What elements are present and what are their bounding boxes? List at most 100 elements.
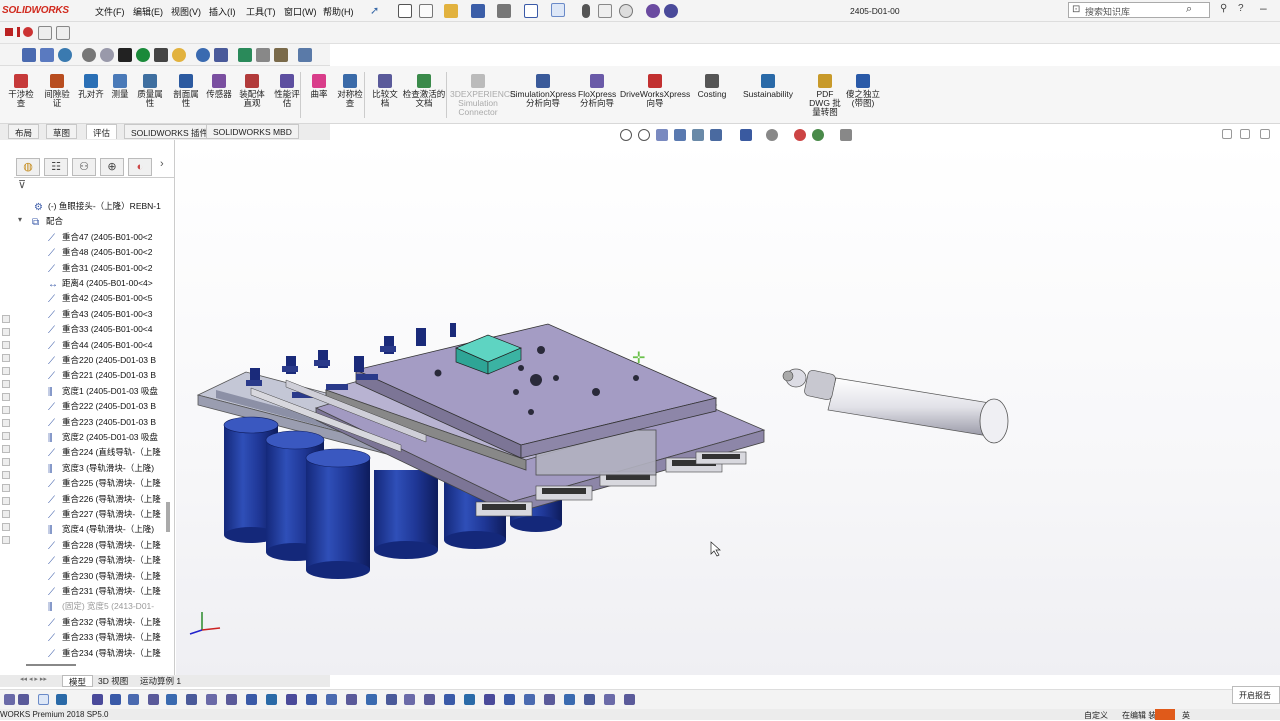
zoom-icon[interactable] <box>196 48 210 62</box>
tree-item[interactable]: ⟋ 重合223 (2405-D01-03 B <box>48 416 156 430</box>
bottom-tool-icon[interactable] <box>386 694 397 705</box>
dimension-icon[interactable] <box>154 48 168 62</box>
previous-view-icon[interactable] <box>656 129 668 141</box>
binoculars-icon[interactable] <box>214 48 228 62</box>
ribbon-button-19[interactable]: PDF DWG 批量转图 <box>808 74 842 117</box>
traffic-light-icon[interactable] <box>582 4 590 18</box>
tree-item[interactable]: ⫼ 宽度4 (导轨滑块-（上隆) <box>48 523 154 537</box>
globe-icon[interactable] <box>58 48 72 62</box>
bottom-tool-icon[interactable] <box>110 694 121 705</box>
display-manager-tab-icon[interactable]: ◐ <box>128 158 152 176</box>
pause-bar-icon[interactable] <box>17 27 20 37</box>
bottom-tool-icon[interactable] <box>286 694 297 705</box>
notify-popup[interactable]: 开启报告 <box>1232 686 1280 704</box>
bottom-tool-icon[interactable] <box>346 694 357 705</box>
ribbon-button-3[interactable]: 测量 <box>108 74 132 99</box>
document-properties-icon[interactable] <box>298 48 312 62</box>
ribbon-button-11[interactable]: 比较文档 <box>370 74 400 108</box>
tree-item[interactable]: ⟋ 重合224 (直线导轨-（上隆 <box>48 446 161 460</box>
tree-item[interactable]: ⟋ 重合228 (导轨滑块-（上隆 <box>48 539 161 553</box>
strip-tool-icon[interactable] <box>2 367 10 375</box>
graphics-area[interactable]: ✛ <box>176 140 1280 675</box>
bottom-tool-icon[interactable] <box>464 694 475 705</box>
tree-item[interactable]: ⟋ 重合47 (2405-B01-00<2 <box>48 231 153 245</box>
rebuild-icon[interactable] <box>598 4 612 18</box>
green-marker-icon[interactable] <box>136 48 150 62</box>
ribbon-button-14[interactable]: SimulationXpress 分析向导 <box>510 74 576 108</box>
strip-tool-icon[interactable] <box>2 497 10 505</box>
tree-item[interactable]: ⟋ 重合44 (2405-B01-00<4 <box>48 339 153 353</box>
tab-layout[interactable]: 布局 <box>8 124 40 139</box>
tree-item[interactable]: ↔ 距离4 (2405-B01-00<4> <box>48 277 153 291</box>
bottom-tool-icon[interactable] <box>4 694 15 705</box>
ime-english[interactable]: 英 <box>1182 710 1190 721</box>
status-custom[interactable]: 自定义 <box>1084 710 1108 721</box>
ribbon-button-12[interactable]: 检查激活的文档 <box>402 74 446 108</box>
pin-icon[interactable]: ➚ <box>370 4 379 17</box>
gear-icon[interactable] <box>82 48 96 62</box>
tree-item[interactable]: ⟋ 重合42 (2405-B01-00<5 <box>48 292 153 306</box>
zoom-to-fit-icon[interactable] <box>620 129 632 141</box>
tree-item[interactable]: ⫼ (固定) 宽度5 (2413-D01- <box>48 600 154 614</box>
strip-tool-icon[interactable] <box>2 315 10 323</box>
open-folder-icon[interactable] <box>444 4 458 18</box>
bottom-tool-icon[interactable] <box>326 694 337 705</box>
bottom-tool-icon[interactable] <box>266 694 277 705</box>
tab-sketch[interactable]: 草图 <box>46 124 78 139</box>
split-view-icon[interactable] <box>1240 129 1250 139</box>
tree-item[interactable]: ⟋ 重合226 (导轨滑块-（上隆 <box>48 493 161 507</box>
bottom-tool-icon[interactable] <box>18 694 29 705</box>
tree-item[interactable]: ⚙ (-) 鱼眼接头-（上隆）REBN-1 <box>34 200 161 214</box>
bottom-tool-icon[interactable] <box>504 694 515 705</box>
ribbon-button-2[interactable]: 孔对齐 <box>76 74 106 99</box>
strip-tool-icon[interactable] <box>2 523 10 531</box>
ribbon-button-17[interactable]: Costing <box>692 74 732 99</box>
bottom-tool-icon[interactable] <box>484 694 495 705</box>
tree-item[interactable]: ⟋ 重合220 (2405-D01-03 B <box>48 354 156 368</box>
bottom-tool-icon[interactable] <box>306 694 317 705</box>
tree-scrollbar[interactable] <box>166 502 170 532</box>
bottom-tool-icon[interactable] <box>444 694 455 705</box>
ribbon-button-6[interactable]: 传感器 <box>204 74 234 99</box>
strip-tool-icon[interactable] <box>2 484 10 492</box>
tree-item[interactable]: ⟋ 重合230 (导轨滑块-（上隆 <box>48 570 161 584</box>
ribbon-button-20[interactable]: 傻之独立(带图) <box>846 74 880 108</box>
tree-item[interactable]: ⟋ 重合227 (导轨滑块-（上隆 <box>48 508 161 522</box>
bottom-tool-icon[interactable] <box>524 694 535 705</box>
tree-item[interactable]: ⟋ 重合229 (导轨滑块-（上隆 <box>48 554 161 568</box>
tree-item[interactable]: ⫼ 宽度3 (导轨滑块-（上隆) <box>48 462 154 476</box>
menu-file[interactable]: 文件(F) <box>95 5 125 18</box>
tree-item[interactable]: ⟋ 重合31 (2405-B01-00<2 <box>48 262 153 276</box>
menu-view[interactable]: 视图(V) <box>171 5 201 18</box>
new-document-icon[interactable] <box>419 4 433 18</box>
display-style-icon[interactable] <box>740 129 752 141</box>
menu-insert[interactable]: 插入(I) <box>209 5 236 18</box>
print-preview-icon[interactable] <box>256 48 270 62</box>
strip-tool-icon[interactable] <box>2 445 10 453</box>
menu-edit[interactable]: 编辑(E) <box>133 5 163 18</box>
bowl-icon[interactable] <box>118 48 132 62</box>
bottom-tool-icon[interactable] <box>38 694 49 705</box>
view-settings-icon[interactable] <box>840 129 852 141</box>
tree-item[interactable]: ⟋ 重合225 (导轨滑块-（上隆 <box>48 477 161 491</box>
strip-tool-icon[interactable] <box>2 471 10 479</box>
bottom-tool-icon[interactable] <box>624 694 635 705</box>
macro-icon[interactable] <box>38 26 52 40</box>
tree-item[interactable]: ⧉ 配合 <box>32 215 63 229</box>
yellow-plugin-icon[interactable] <box>172 48 186 62</box>
strip-tool-icon[interactable] <box>2 406 10 414</box>
strip-tool-icon[interactable] <box>2 393 10 401</box>
appearance-icon[interactable] <box>646 4 660 18</box>
select-cursor-icon[interactable] <box>551 3 565 17</box>
restore-view-icon[interactable] <box>1222 129 1232 139</box>
tab-solidworks-mbd[interactable]: SOLIDWORKS MBD <box>206 124 299 139</box>
ribbon-button-13[interactable]: 3DEXPERIENCE Simulation Connector <box>450 74 516 117</box>
user-icon[interactable]: ⚲ <box>1220 3 1227 14</box>
view-2-icon[interactable] <box>40 48 54 62</box>
bottom-tool-icon[interactable] <box>226 694 237 705</box>
ribbon-button-18[interactable]: Sustainability <box>740 74 796 99</box>
dimxpert-tab-icon[interactable]: ⊕ <box>100 158 124 176</box>
sogou-ime-icon[interactable] <box>1155 709 1175 720</box>
tree-item[interactable]: ⟋ 重合231 (导轨滑块-（上隆 <box>48 585 161 599</box>
ribbon-button-7[interactable]: 装配体直观 <box>236 74 268 108</box>
